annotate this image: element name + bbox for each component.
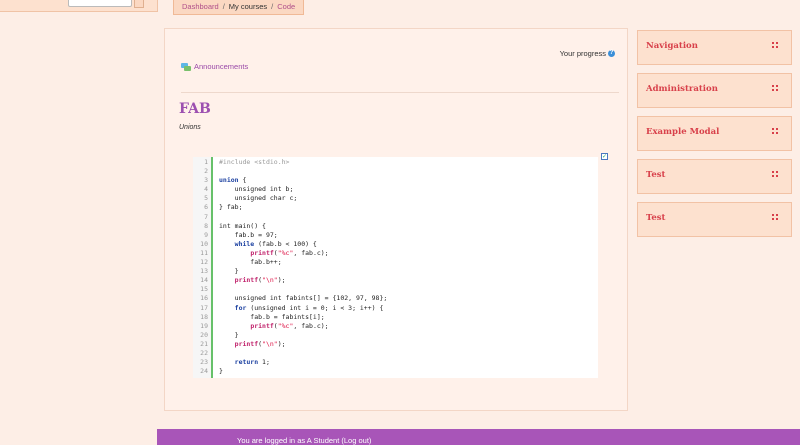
code-line: } — [219, 367, 223, 376]
breadcrumb: Dashboard / My courses / Code — [173, 0, 305, 15]
header-fragment — [0, 0, 158, 12]
help-icon[interactable]: ? — [608, 50, 615, 57]
main-content: Your progress ? Announcements FAB Unions… — [164, 28, 628, 411]
line-number: 24 — [200, 367, 208, 376]
move-icon[interactable] — [772, 42, 779, 49]
block-navigation[interactable]: Navigation — [637, 30, 792, 65]
forum-icon — [181, 62, 191, 71]
page-title: FAB — [179, 101, 211, 117]
login-info[interactable]: You are logged in as A Student (Log out) — [237, 436, 371, 445]
line-number: 4 — [204, 185, 208, 194]
code-line: printf("%c", fab.c); — [250, 248, 329, 257]
progress-indicator: Your progress ? — [560, 49, 615, 58]
code-line: printf("\n"); — [234, 339, 286, 348]
code-line: fab.b++; — [219, 258, 282, 267]
block-title: Test — [646, 170, 666, 180]
code-line: union { — [219, 176, 247, 185]
search-submit-button[interactable] — [134, 0, 144, 8]
line-number: 1 — [204, 158, 208, 166]
code-line: unsigned int b; — [219, 185, 294, 194]
line-number: 3 — [204, 176, 208, 185]
block-title: Navigation — [646, 41, 698, 51]
search-input[interactable] — [68, 0, 132, 7]
breadcrumb-code[interactable]: Code — [277, 1, 295, 13]
breadcrumb-dashboard[interactable]: Dashboard — [182, 1, 219, 13]
page-subtitle: Unions — [179, 124, 201, 131]
announcements-link[interactable]: Announcements — [181, 62, 248, 71]
code-line: for (unsigned int i = 0; i < 3; i++) { — [234, 303, 384, 312]
line-number: 8 — [204, 221, 208, 230]
completion-check-icon[interactable]: ✓ — [601, 153, 608, 160]
code-line: while (fab.b < 100) { — [234, 239, 317, 248]
code-line: return 1; — [234, 358, 270, 367]
line-number: 21 — [200, 339, 208, 348]
sidebar-blocks: Navigation Administration Example Modal … — [637, 30, 792, 245]
line-number: 20 — [200, 330, 208, 339]
line-number: 18 — [200, 312, 208, 321]
code-viewer: 1 2 3 4 5 6 7 8 9 10 11 12 13 14 15 16 17 18 19 20 21 22 23 24 … — [193, 157, 598, 378]
code-line: unsigned char c; — [219, 194, 298, 203]
move-icon[interactable] — [772, 171, 779, 178]
code-line: fab.b = fabints[i]; — [219, 312, 325, 321]
code-lines: #include <stdio.h> union { unsigned int … — [213, 157, 387, 378]
code-line: int main() { — [219, 221, 266, 230]
line-number: 19 — [200, 321, 208, 330]
line-number: 15 — [200, 285, 208, 294]
footer: You are logged in as A Student (Log out) — [157, 429, 800, 445]
line-number: 6 — [204, 203, 208, 212]
line-number: 9 — [204, 230, 208, 239]
block-administration[interactable]: Administration — [637, 73, 792, 108]
block-title: Administration — [646, 84, 718, 94]
code-line: fab.b = 97; — [219, 230, 278, 239]
code-line: #include <stdio.h> — [219, 158, 290, 166]
line-number: 7 — [204, 212, 208, 221]
move-icon[interactable] — [772, 85, 779, 92]
line-number: 23 — [200, 358, 208, 367]
block-title: Test — [646, 213, 666, 223]
line-number: 22 — [200, 348, 208, 357]
progress-label: Your progress — [559, 49, 606, 58]
line-number: 16 — [200, 294, 208, 303]
line-number: 17 — [200, 303, 208, 312]
breadcrumb-my-courses[interactable]: My courses — [229, 1, 267, 13]
breadcrumb-separator: / — [271, 2, 274, 11]
move-icon[interactable] — [772, 128, 779, 135]
block-test-2[interactable]: Test — [637, 202, 792, 237]
announcements-label[interactable]: Announcements — [194, 62, 248, 71]
line-number: 12 — [200, 258, 208, 267]
move-icon[interactable] — [772, 214, 779, 221]
code-line: } — [219, 267, 239, 276]
line-numbers: 1 2 3 4 5 6 7 8 9 10 11 12 13 14 15 16 17 18 19 20 21 22 23 24 — [193, 157, 213, 378]
divider — [181, 92, 619, 93]
code-line: } — [219, 330, 239, 339]
code-line: printf("\n"); — [234, 276, 286, 285]
line-number: 5 — [204, 194, 208, 203]
line-number: 10 — [200, 239, 208, 248]
line-number: 14 — [200, 276, 208, 285]
line-number: 11 — [200, 248, 208, 257]
breadcrumb-separator: / — [222, 2, 225, 11]
block-test[interactable]: Test — [637, 159, 792, 194]
code-line: printf("%c", fab.c); — [250, 321, 329, 330]
line-number: 13 — [200, 267, 208, 276]
line-number: 2 — [204, 167, 208, 176]
block-title: Example Modal — [646, 127, 720, 137]
block-example-modal[interactable]: Example Modal — [637, 116, 792, 151]
code-line: } fab; — [219, 203, 243, 212]
code-line: unsigned int fabints[] = {102, 97, 98}; — [219, 294, 388, 303]
